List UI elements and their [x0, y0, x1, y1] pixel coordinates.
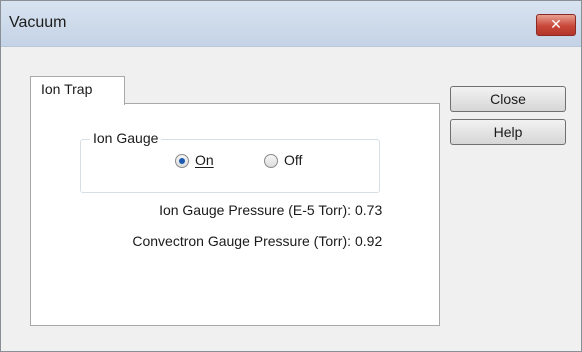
radio-selected-icon	[175, 154, 189, 168]
help-button[interactable]: Help	[450, 119, 566, 145]
tab-ion-trap[interactable]: Ion Trap	[30, 76, 125, 105]
window-close-button[interactable]: ✕	[536, 14, 576, 36]
radio-dot-icon	[179, 158, 185, 164]
convectron-gauge-pressure-label: Convectron Gauge Pressure (Torr):	[132, 233, 351, 249]
close-button[interactable]: Close	[450, 86, 566, 112]
tab-ion-trap-label: Ion Trap	[41, 81, 93, 97]
ion-gauge-group-legend: Ion Gauge	[90, 130, 162, 146]
window-title: Vacuum	[9, 14, 67, 31]
ion-gauge-pressure-value: 0.73	[355, 202, 383, 218]
ion-gauge-pressure-label: Ion Gauge Pressure (E-5 Torr):	[159, 202, 351, 218]
radio-on[interactable]: On	[175, 152, 235, 170]
close-icon: ✕	[550, 17, 562, 33]
convectron-gauge-pressure-value: 0.92	[355, 233, 383, 249]
radio-off[interactable]: Off	[264, 152, 324, 170]
title-bar[interactable]: Vacuum ✕	[1, 1, 581, 47]
radio-on-label: On	[195, 152, 214, 168]
radio-off-label: Off	[284, 152, 303, 168]
radio-unselected-icon	[264, 154, 278, 168]
